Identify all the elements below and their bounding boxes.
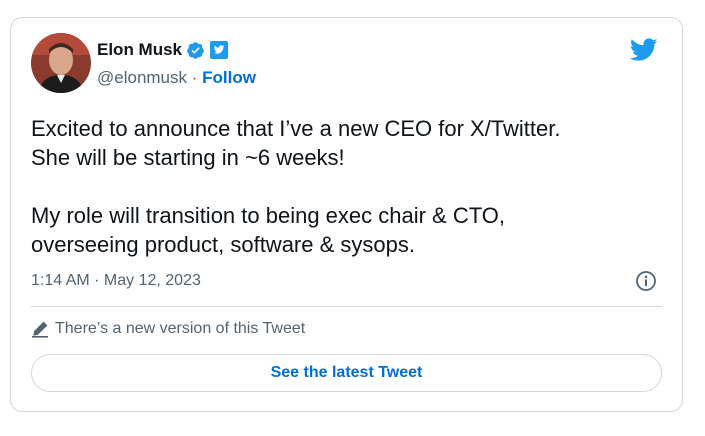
author-name[interactable]: Elon Musk: [97, 40, 182, 60]
pencil-icon: [31, 320, 49, 338]
verified-badge-icon: [186, 41, 205, 60]
twitter-affiliate-badge-icon: [209, 40, 229, 60]
info-icon[interactable]: [635, 270, 657, 292]
twitter-bird-icon[interactable]: [629, 38, 658, 62]
edit-notice-text: There’s a new version of this Tweet: [55, 320, 306, 337]
edit-notice: There’s a new version of this Tweet: [31, 320, 305, 338]
see-latest-tweet-button[interactable]: See the latest Tweet: [31, 354, 662, 392]
handle-separator: ·: [187, 68, 203, 87]
follow-link[interactable]: Follow: [202, 68, 256, 87]
tweet-timestamp[interactable]: 1:14 AM · May 12, 2023: [31, 272, 201, 290]
author-handle[interactable]: @elonmusk: [97, 68, 187, 87]
divider: [31, 306, 662, 307]
author-name-row: Elon Musk: [97, 40, 229, 60]
handle-row: @elonmusk · Follow: [97, 68, 256, 88]
avatar[interactable]: [31, 33, 91, 93]
tweet-text: Excited to announce that I’ve a new CEO …: [31, 116, 561, 257]
tweet-card[interactable]: Elon Musk @elonmusk · Follow Excited to …: [10, 17, 683, 412]
